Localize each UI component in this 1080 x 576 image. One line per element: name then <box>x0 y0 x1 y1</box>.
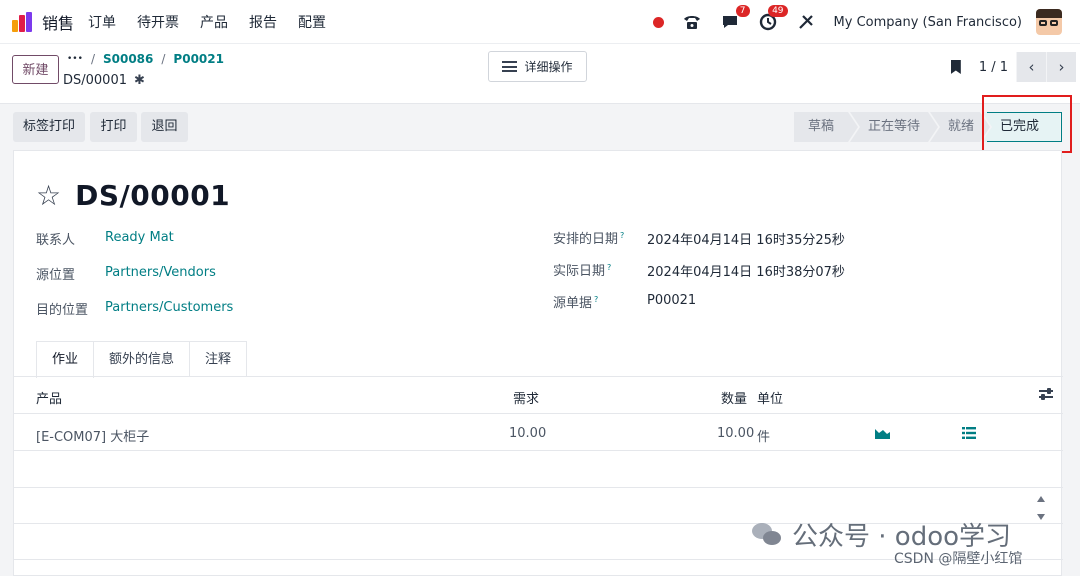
field-value-source-document[interactable]: P00021 <box>647 293 696 308</box>
tab-note[interactable]: 注释 <box>190 341 248 377</box>
cell-quantity[interactable]: 10.00 <box>717 426 754 441</box>
page-title: DS/00001 <box>75 179 231 212</box>
status-stages: 草稿 正在等待 就绪 已完成 <box>794 112 1060 142</box>
field-label-scheduled-date: 安排的日期? <box>553 228 624 247</box>
menu-item-configuration[interactable]: 配置 <box>298 12 326 32</box>
breadcrumb-link-purchase-order[interactable]: P00021 <box>173 52 224 66</box>
field-value-destination-location[interactable]: Partners/Customers <box>105 300 233 315</box>
stage-waiting[interactable]: 正在等待 <box>850 112 938 142</box>
actions-button[interactable]: 详细操作 <box>488 51 587 82</box>
menu-item-reporting[interactable]: 报告 <box>249 12 277 32</box>
help-tooltip-icon[interactable]: ? <box>607 263 611 272</box>
breadcrumb-separator: / <box>90 52 95 66</box>
field-label-source-document-text: 源单据 <box>553 296 593 311</box>
form-sheet: ☆ DS/00001 联系人 Ready Mat 源位置 Partners/Ve… <box>13 150 1063 576</box>
field-label-source-document: 源单据? <box>553 292 598 311</box>
title-row: ☆ DS/00001 <box>36 179 230 212</box>
navbar-systray: 7 49 My Company (San Francisco) <box>652 0 1080 44</box>
field-label-source-location: 源位置 <box>36 268 76 283</box>
field-label-effective-date-text: 实际日期 <box>553 264 606 279</box>
field-value-source-location[interactable]: Partners/Vendors <box>105 265 216 280</box>
stage-ready[interactable]: 就绪 <box>930 112 990 142</box>
sales-app-icon[interactable] <box>12 11 32 32</box>
return-button[interactable]: 退回 <box>141 112 188 142</box>
menu-item-orders[interactable]: 订单 <box>88 12 116 32</box>
column-header-product[interactable]: 产品 <box>36 388 62 407</box>
tab-operations[interactable]: 作业 <box>36 341 95 378</box>
gear-icon[interactable]: ✱ <box>134 73 145 88</box>
user-avatar[interactable] <box>1036 9 1062 35</box>
cell-uom[interactable]: 件 <box>757 426 770 445</box>
new-button[interactable]: 新建 <box>12 55 59 84</box>
hamburger-icon <box>502 61 518 72</box>
control-panel: 新建 ••• / S00086 / P00021 DS/00001 ✱ 详细操作… <box>0 44 1080 104</box>
activities-clock-icon[interactable]: 49 <box>758 5 788 32</box>
activities-badge: 49 <box>768 5 788 17</box>
company-switcher[interactable]: My Company (San Francisco) <box>834 15 1022 30</box>
cell-product[interactable]: [E-COM07] 大柜子 <box>36 426 149 445</box>
field-label-scheduled-date-text: 安排的日期 <box>553 232 619 247</box>
debug-tools-icon[interactable] <box>796 12 816 32</box>
cell-demand[interactable]: 10.00 <box>509 426 546 441</box>
bookmark-icon[interactable] <box>950 60 961 74</box>
form-statusbar: 标签打印 打印 退回 草稿 正在等待 就绪 已完成 <box>0 104 1080 149</box>
help-tooltip-icon[interactable]: ? <box>594 295 598 304</box>
field-value-contact[interactable]: Ready Mat <box>105 230 174 245</box>
field-label-destination-location: 目的位置 <box>36 303 89 318</box>
menu-item-to-invoice[interactable]: 待开票 <box>137 12 179 32</box>
optional-columns-icon[interactable] <box>1039 388 1053 400</box>
pager: 1 / 1 ‹ › <box>950 52 1080 82</box>
detailed-operations-list-icon[interactable] <box>962 427 976 443</box>
pager-next-button[interactable]: › <box>1046 52 1076 82</box>
tab-additional-info[interactable]: 额外的信息 <box>94 341 191 377</box>
pager-value[interactable]: 1 / 1 <box>979 60 1008 75</box>
notebook-tabs: 作业 额外的信息 注释 <box>36 341 248 378</box>
app-name[interactable]: 销售 <box>42 10 74 34</box>
breadcrumb-current-record: DS/00001 ✱ <box>63 73 145 88</box>
breadcrumb: ••• / S00086 / P00021 <box>67 52 224 66</box>
stage-done[interactable]: 已完成 <box>982 112 1060 142</box>
wechat-logo-icon <box>752 522 782 547</box>
record-name: DS/00001 <box>63 73 127 88</box>
menu-item-products[interactable]: 产品 <box>200 12 228 32</box>
field-value-scheduled-date[interactable]: 2024年04月14日 16时35分25秒 <box>647 229 845 248</box>
field-label-contact: 联系人 <box>36 233 76 248</box>
table-row[interactable]: [E-COM07] 大柜子 10.00 10.00 件 <box>14 415 1063 451</box>
print-labels-button[interactable]: 标签打印 <box>13 112 85 142</box>
column-header-uom[interactable]: 单位 <box>757 388 783 407</box>
main-menu: 订单 待开票 产品 报告 配置 <box>88 12 347 32</box>
chevron-right-icon: › <box>1058 58 1065 76</box>
messages-icon[interactable]: 7 <box>720 5 750 32</box>
help-tooltip-icon[interactable]: ? <box>620 231 624 240</box>
phone-icon[interactable] <box>682 12 702 32</box>
chevron-left-icon: ‹ <box>1028 58 1035 76</box>
column-header-quantity[interactable]: 数量 <box>721 388 747 407</box>
breadcrumb-link-sale-order[interactable]: S00086 <box>103 52 153 66</box>
star-icon[interactable]: ☆ <box>36 181 61 210</box>
pager-previous-button[interactable]: ‹ <box>1016 52 1046 82</box>
print-button[interactable]: 打印 <box>90 112 137 142</box>
top-navbar: 销售 订单 待开票 产品 报告 配置 7 49 My Company (San … <box>0 0 1080 44</box>
breadcrumb-ellipsis[interactable]: ••• <box>67 54 83 64</box>
table-header: 产品 需求 数量 单位 <box>14 377 1063 414</box>
csdn-credit: CSDN @隔壁小红馆 <box>894 551 1023 567</box>
field-value-effective-date[interactable]: 2024年04月14日 16时38分07秒 <box>647 261 845 280</box>
field-label-effective-date: 实际日期? <box>553 260 611 279</box>
breadcrumb-separator: / <box>161 52 166 66</box>
table-row-empty <box>14 452 1063 488</box>
stage-draft[interactable]: 草稿 <box>794 112 858 142</box>
forecast-chart-icon[interactable] <box>875 427 890 443</box>
column-header-demand[interactable]: 需求 <box>513 388 539 407</box>
actions-button-label: 详细操作 <box>524 60 573 74</box>
messages-badge: 7 <box>735 5 750 17</box>
recording-dot-icon[interactable] <box>652 16 664 28</box>
